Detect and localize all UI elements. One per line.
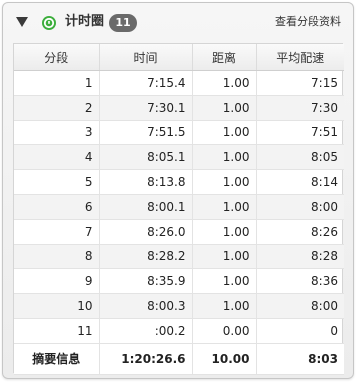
cell-time: 7:30.1	[99, 95, 193, 121]
cell-distance: 1.00	[192, 244, 257, 270]
laps-table-container: 分段 时间 距离 平均配速 1 7:15.4 1.00 7:15 2 7:30.1 1.00…	[13, 43, 344, 375]
cell-distance: 0.00	[192, 318, 257, 344]
cell-lap: 3	[14, 120, 100, 146]
cell-time: 7:15.4	[99, 70, 193, 96]
panel-header: 计时圈 11 查看分段资料	[3, 3, 353, 41]
table-row[interactable]: 7 8:26.0 1.00 8:26	[14, 219, 344, 245]
table-row[interactable]: 1 7:15.4 1.00 7:15	[14, 70, 344, 96]
summary-pace: 8:03	[256, 342, 344, 375]
cell-lap: 4	[14, 144, 100, 171]
cell-avg-pace: 8:14	[256, 169, 344, 195]
panel-title: 计时圈	[65, 14, 105, 29]
column-header-time[interactable]: 时间	[99, 44, 193, 71]
cell-lap: 6	[14, 194, 100, 220]
cell-time: 7:51.5	[99, 120, 193, 146]
table-row[interactable]: 8 8:28.2 1.00 8:28	[14, 244, 344, 270]
cell-avg-pace: 8:28	[256, 244, 344, 270]
lap-count-badge: 11	[109, 14, 137, 32]
table-row[interactable]: 9 8:35.9 1.00 8:36	[14, 268, 344, 295]
table-row[interactable]: 11:00.2 0.00 0	[14, 318, 344, 344]
cell-avg-pace: 8:00	[256, 293, 344, 319]
cell-time: 8:28.2	[99, 244, 193, 270]
cell-time: :00.2	[99, 318, 193, 344]
cell-time: 8:35.9	[99, 268, 193, 295]
cell-distance: 1.00	[192, 70, 257, 96]
lap-icon	[42, 16, 56, 30]
cell-lap: 10	[14, 293, 100, 319]
cell-avg-pace: 7:30	[256, 95, 344, 121]
table-row[interactable]: 10 8:00.3 1.00 8:00	[14, 293, 344, 319]
cell-avg-pace: 8:00	[256, 194, 344, 220]
cell-time: 8:00.3	[99, 293, 193, 319]
cell-avg-pace: 7:51	[256, 120, 344, 146]
cell-time: 8:05.1	[99, 144, 193, 171]
column-header-avg-pace[interactable]: 平均配速	[256, 44, 344, 71]
cell-avg-pace: 8:36	[256, 268, 344, 295]
cell-distance: 1.00	[192, 144, 257, 171]
cell-lap: 2	[14, 95, 100, 121]
cell-distance: 1.00	[192, 293, 257, 319]
table-row[interactable]: 4 8:05.1 1.00 8:05	[14, 144, 344, 171]
cell-distance: 1.00	[192, 120, 257, 146]
collapse-triangle-icon[interactable]	[16, 17, 28, 27]
cell-avg-pace: 0	[256, 318, 344, 344]
cell-lap: 7	[14, 219, 100, 245]
table-row[interactable]: 3 7:51.5 1.00 7:51	[14, 120, 344, 146]
cell-time: 8:00.1	[99, 194, 193, 220]
cell-distance: 1.00	[192, 194, 257, 220]
cell-lap: 9	[14, 268, 100, 295]
cell-avg-pace: 8:26	[256, 219, 344, 245]
cell-lap: 5	[14, 169, 100, 195]
laps-panel: 计时圈 11 查看分段资料 分段 时间 距离 平均配速 1 7:15.4 1.00 7…	[2, 2, 354, 379]
summary-distance: 10.00	[192, 342, 257, 375]
view-lap-details-link[interactable]: 查看分段资料	[275, 15, 341, 29]
cell-distance: 1.00	[192, 219, 257, 245]
cell-lap: 1	[14, 70, 100, 96]
table-row[interactable]: 2 7:30.1 1.00 7:30	[14, 95, 344, 121]
table-row[interactable]: 5 8:13.8 1.00 8:14	[14, 169, 344, 195]
cell-lap: 11	[14, 318, 100, 344]
column-header-lap[interactable]: 分段	[14, 44, 100, 71]
cell-lap: 8	[14, 244, 100, 270]
cell-time: 8:26.0	[99, 219, 193, 245]
cell-avg-pace: 7:15	[256, 70, 344, 96]
table-header-row: 分段 时间 距离 平均配速	[14, 44, 344, 71]
cell-distance: 1.00	[192, 169, 257, 195]
table-row[interactable]: 6 8:00.1 1.00 8:00	[14, 194, 344, 220]
laps-table: 分段 时间 距离 平均配速 1 7:15.4 1.00 7:15 2 7:30.1 1.00…	[14, 44, 344, 375]
summary-row: 摘要信息 1:20:26.6 10.00 8:03	[14, 342, 344, 375]
summary-label: 摘要信息	[14, 342, 100, 375]
cell-distance: 1.00	[192, 268, 257, 295]
summary-time: 1:20:26.6	[99, 342, 193, 375]
cell-distance: 1.00	[192, 95, 257, 121]
column-header-distance[interactable]: 距离	[192, 44, 257, 71]
cell-avg-pace: 8:05	[256, 144, 344, 171]
cell-time: 8:13.8	[99, 169, 193, 195]
